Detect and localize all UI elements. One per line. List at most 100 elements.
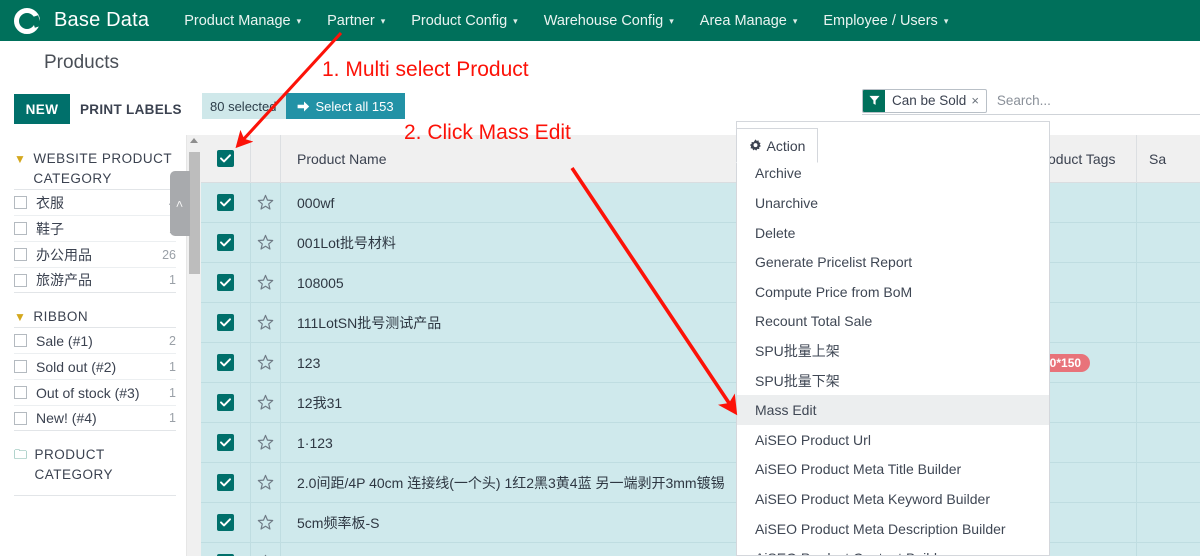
scroll-up-arrow-icon[interactable] bbox=[190, 138, 198, 143]
star-outline-icon[interactable] bbox=[257, 394, 274, 411]
search-facet-label: Can be Sold bbox=[885, 93, 971, 108]
star-outline-icon[interactable] bbox=[257, 514, 274, 531]
close-icon[interactable]: × bbox=[971, 93, 986, 108]
action-menu-item[interactable]: Delete bbox=[737, 218, 1049, 248]
scrollbar-thumb[interactable] bbox=[189, 152, 200, 274]
table-row[interactable]: 108005 bbox=[201, 263, 1200, 303]
row-checkbox[interactable] bbox=[201, 514, 250, 531]
checkbox-icon[interactable] bbox=[14, 334, 27, 347]
chevron-left-icon: < bbox=[173, 200, 187, 207]
row-checkbox[interactable] bbox=[201, 314, 250, 331]
checkbox-checked-icon[interactable] bbox=[217, 274, 234, 291]
star-outline-icon[interactable] bbox=[257, 434, 274, 451]
row-favorite-toggle[interactable] bbox=[250, 423, 280, 463]
select-all-button[interactable]: Select all 153 bbox=[286, 93, 405, 119]
checkbox-checked-icon[interactable] bbox=[217, 314, 234, 331]
row-favorite-toggle[interactable] bbox=[250, 183, 280, 223]
checkbox-icon[interactable] bbox=[14, 386, 27, 399]
action-menu-item[interactable]: AiSEO Product Url bbox=[737, 425, 1049, 455]
row-favorite-toggle[interactable] bbox=[250, 343, 280, 383]
search-input[interactable]: Search... bbox=[987, 93, 1051, 108]
action-menu-item[interactable]: AiSEO Product Meta Description Builder bbox=[737, 514, 1049, 544]
row-checkbox[interactable] bbox=[201, 194, 250, 211]
action-menu-item[interactable]: Compute Price from BoM bbox=[737, 277, 1049, 307]
sidebar-item-lvyouchanpin[interactable]: 旅游产品 1 bbox=[14, 267, 176, 293]
sidebar-item-yifu[interactable]: 衣服 4 bbox=[14, 189, 176, 215]
row-checkbox[interactable] bbox=[201, 354, 250, 371]
star-outline-icon[interactable] bbox=[257, 234, 274, 251]
action-button[interactable]: Action bbox=[736, 128, 818, 163]
checkbox-checked-icon[interactable] bbox=[217, 434, 234, 451]
table-row[interactable]: 5cm频率板-S bbox=[201, 503, 1200, 543]
checkbox-checked-icon[interactable] bbox=[217, 474, 234, 491]
sidebar-item-xiezi[interactable]: 鞋子 1 bbox=[14, 215, 176, 241]
action-menu-item[interactable]: SPU批量上架 bbox=[737, 336, 1049, 366]
sidebar-item-bangongyongpin[interactable]: 办公用品 26 bbox=[14, 241, 176, 267]
odoo-o-logo[interactable] bbox=[0, 0, 54, 41]
action-menu-item[interactable]: Recount Total Sale bbox=[737, 307, 1049, 337]
action-menu-item[interactable]: AiSEO Product Meta Keyword Builder bbox=[737, 484, 1049, 514]
checkbox-icon[interactable] bbox=[14, 196, 27, 209]
checkbox-icon[interactable] bbox=[14, 274, 27, 287]
row-checkbox[interactable] bbox=[201, 274, 250, 291]
nav-menu-employee-users[interactable]: Employee / Users ▾ bbox=[810, 0, 961, 41]
select-all-rows-checkbox[interactable] bbox=[201, 150, 250, 167]
star-outline-icon[interactable] bbox=[257, 354, 274, 371]
checkbox-checked-icon[interactable] bbox=[217, 394, 234, 411]
column-header-sa[interactable]: Sa bbox=[1136, 135, 1200, 183]
table-row[interactable]: 12360*150 bbox=[201, 343, 1200, 383]
checkbox-checked-icon[interactable] bbox=[217, 234, 234, 251]
row-favorite-toggle[interactable] bbox=[250, 383, 280, 423]
checkbox-checked-icon[interactable] bbox=[217, 150, 234, 167]
checkbox-icon[interactable] bbox=[14, 222, 27, 235]
checkbox-icon[interactable] bbox=[14, 360, 27, 373]
sidebar-item-out-of-stock[interactable]: Out of stock (#3) 1 bbox=[14, 379, 176, 405]
action-menu-item[interactable]: Mass Edit bbox=[737, 395, 1049, 425]
nav-menu-label: Product Manage bbox=[184, 13, 290, 29]
table-row[interactable]: 111LotSN批号测试产品 bbox=[201, 303, 1200, 343]
row-favorite-toggle[interactable] bbox=[250, 303, 280, 343]
action-menu-item[interactable]: Unarchive bbox=[737, 188, 1049, 218]
action-menu-item[interactable]: AiSEO Product Content Builder bbox=[737, 543, 1049, 556]
row-checkbox[interactable] bbox=[201, 234, 250, 251]
sidebar-collapse-handle[interactable]: < bbox=[170, 171, 190, 236]
table-row[interactable]: 001Lot批号材料 bbox=[201, 223, 1200, 263]
sidebar-item-sold-out[interactable]: Sold out (#2) 1 bbox=[14, 353, 176, 379]
checkbox-icon[interactable] bbox=[14, 248, 27, 261]
table-row[interactable]: 1·123 bbox=[201, 423, 1200, 463]
star-outline-icon[interactable] bbox=[257, 474, 274, 491]
checkbox-checked-icon[interactable] bbox=[217, 514, 234, 531]
table-row[interactable]: 2.0间距/4P 40cm 连接线(一个头) 1红2黑3黄4蓝 另一端剥开3mm… bbox=[201, 463, 1200, 503]
nav-menu-area-manage[interactable]: Area Manage ▾ bbox=[687, 0, 811, 41]
row-checkbox[interactable] bbox=[201, 474, 250, 491]
table-row[interactable] bbox=[201, 543, 1200, 556]
star-outline-icon[interactable] bbox=[257, 274, 274, 291]
table-row[interactable]: 000wf bbox=[201, 183, 1200, 223]
search-facet-can-be-sold[interactable]: Can be Sold × bbox=[862, 89, 987, 113]
nav-menu-partner[interactable]: Partner ▾ bbox=[314, 0, 398, 41]
nav-menu-product-manage[interactable]: Product Manage ▾ bbox=[171, 0, 314, 41]
checkbox-icon[interactable] bbox=[14, 412, 27, 425]
action-menu-item[interactable]: AiSEO Product Meta Title Builder bbox=[737, 455, 1049, 485]
print-labels-button[interactable]: PRINT LABELS bbox=[80, 94, 182, 124]
row-favorite-toggle[interactable] bbox=[250, 463, 280, 503]
sidebar-item-new[interactable]: New! (#4) 1 bbox=[14, 405, 176, 431]
row-favorite-toggle[interactable] bbox=[250, 543, 280, 556]
new-button[interactable]: NEW bbox=[14, 94, 70, 124]
row-favorite-toggle[interactable] bbox=[250, 223, 280, 263]
action-menu-item[interactable]: Generate Pricelist Report bbox=[737, 247, 1049, 277]
row-checkbox[interactable] bbox=[201, 394, 250, 411]
star-outline-icon[interactable] bbox=[257, 194, 274, 211]
checkbox-checked-icon[interactable] bbox=[217, 354, 234, 371]
row-checkbox[interactable] bbox=[201, 434, 250, 451]
action-menu-item[interactable]: SPU批量下架 bbox=[737, 366, 1049, 396]
star-outline-icon[interactable] bbox=[257, 314, 274, 331]
sidebar-item-sale[interactable]: Sale (#1) 2 bbox=[14, 327, 176, 353]
row-favorite-toggle[interactable] bbox=[250, 263, 280, 303]
action-menu-item[interactable]: Archive bbox=[737, 159, 1049, 189]
row-favorite-toggle[interactable] bbox=[250, 503, 280, 543]
checkbox-checked-icon[interactable] bbox=[217, 194, 234, 211]
table-row[interactable]: 12我31 bbox=[201, 383, 1200, 423]
nav-menu-product-config[interactable]: Product Config ▾ bbox=[398, 0, 530, 41]
nav-menu-warehouse-config[interactable]: Warehouse Config ▾ bbox=[531, 0, 687, 41]
